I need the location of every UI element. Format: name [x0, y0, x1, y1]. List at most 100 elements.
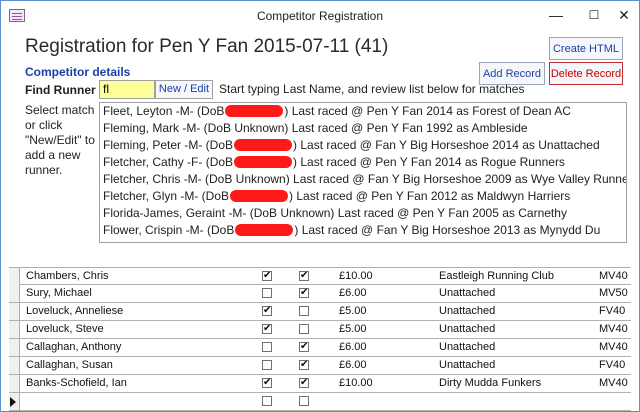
match-text: Fleet, Leyton -M- (DoB [103, 104, 225, 118]
club-cell[interactable]: Unattached [439, 359, 495, 371]
checkbox-column-1[interactable]: ✔ [262, 306, 272, 316]
redaction-mark [230, 190, 289, 202]
match-list-item[interactable]: Florida-James, Geraint -M- (DoB Unknown)… [100, 205, 626, 222]
create-html-button[interactable]: Create HTML [549, 37, 623, 60]
record-selector[interactable] [9, 375, 20, 392]
fee-cell[interactable]: £5.00 [339, 323, 367, 335]
checkbox-column-1[interactable] [262, 288, 272, 298]
club-cell[interactable]: Unattached [439, 287, 495, 299]
category-cell[interactable]: MV40 [599, 270, 628, 282]
fee-cell[interactable]: £6.00 [339, 287, 367, 299]
redaction-mark [225, 105, 284, 117]
checkbox-column-2[interactable] [299, 396, 309, 406]
match-text: Florida-James, Geraint -M- (DoB Unknown)… [103, 206, 567, 220]
match-text: Fleming, Mark -M- (DoB Unknown) Last rac… [103, 121, 528, 135]
redaction-mark [234, 156, 293, 168]
title-bar: Competitor Registration — ☐ ✕ [1, 1, 639, 31]
runner-name-cell[interactable]: Loveluck, Steve [26, 323, 104, 335]
record-selector[interactable] [9, 321, 20, 338]
match-text-suffix: ) Last raced @ Pen Y Fan 2012 as Maldwyn… [289, 189, 571, 203]
checkbox-column-1[interactable]: ✔ [262, 378, 272, 388]
minimize-icon[interactable]: — [541, 5, 571, 25]
registrations-table: Chambers, Chris £10.00 Eastleigh Running C… [9, 267, 631, 411]
match-text: Fletcher, Cathy -F- (DoB [103, 155, 234, 169]
instructions-text: Select match or click "New/Edit" to add … [25, 103, 95, 177]
checkbox-column-1[interactable]: ✔ [262, 324, 272, 334]
club-cell[interactable]: Unattached [439, 305, 495, 317]
checkbox-column-2[interactable]: ✔ [299, 360, 309, 370]
record-selector[interactable] [9, 285, 20, 302]
table-row[interactable]: Loveluck, Anneliese £5.00 Unattached FV40 ✔ [9, 303, 631, 321]
category-cell[interactable]: MV40 [599, 341, 628, 353]
new-record-row[interactable] [9, 393, 631, 411]
find-runner-input[interactable]: fl [99, 80, 155, 99]
checkbox-column-2[interactable]: ✔ [299, 288, 309, 298]
competitor-registration-window: Competitor Registration — ☐ ✕ Registrati… [0, 0, 640, 412]
match-list-item[interactable]: Fletcher, Cathy -F- (DoB) Last raced @ P… [100, 154, 626, 171]
fee-cell[interactable]: £10.00 [339, 377, 373, 389]
table-row[interactable]: Loveluck, Steve £5.00 Unattached MV40 ✔ [9, 321, 631, 339]
match-list-item[interactable]: Fleet, Leyton -M- (DoB) Last raced @ Pen… [100, 103, 626, 120]
maximize-icon[interactable]: ☐ [579, 5, 609, 25]
match-text: Flower, Crispin -M- (DoB [103, 223, 235, 237]
checkbox-column-1[interactable] [262, 360, 272, 370]
checkbox-column-2[interactable]: ✔ [299, 378, 309, 388]
match-list-item[interactable]: Fletcher, Glyn -M- (DoB ) Last raced @ Pe… [100, 188, 626, 205]
club-cell[interactable]: Unattached [439, 341, 495, 353]
club-cell[interactable]: Dirty Mudda Funkers [439, 377, 541, 389]
fee-cell[interactable]: £5.00 [339, 305, 367, 317]
category-cell[interactable]: FV40 [599, 305, 625, 317]
record-selector[interactable] [9, 339, 20, 356]
club-cell[interactable]: Unattached [439, 323, 495, 335]
match-list-item[interactable]: Flower, Crispin -M- (DoB ) Last raced @ F… [100, 222, 626, 239]
table-row[interactable]: Sury, Michael £6.00 Unattached MV50 ✔ [9, 285, 631, 303]
new-edit-button[interactable]: New / Edit [155, 80, 213, 99]
checkbox-column-2[interactable]: ✔ [299, 342, 309, 352]
runner-name-cell[interactable]: Sury, Michael [26, 287, 92, 299]
runner-name-cell[interactable]: Callaghan, Susan [26, 359, 113, 371]
record-selector[interactable] [9, 303, 20, 320]
runner-name-cell[interactable]: Chambers, Chris [26, 270, 109, 282]
table-row[interactable]: Callaghan, Susan £6.00 Unattached FV40 ✔ [9, 357, 631, 375]
match-text-suffix: ) Last raced @ Fan Y Big Horseshoe 2013 … [294, 223, 601, 237]
delete-record-button[interactable]: Delete Record [549, 62, 623, 85]
record-selector[interactable] [9, 357, 20, 374]
category-cell[interactable]: MV40 [599, 323, 628, 335]
table-row[interactable]: Banks-Schofield, Ian £10.00 Dirty Mudda Fu… [9, 375, 631, 393]
close-icon[interactable]: ✕ [609, 5, 639, 25]
record-selector[interactable] [9, 393, 20, 410]
category-cell[interactable]: MV40 [599, 377, 628, 389]
checkbox-column-2[interactable] [299, 306, 309, 316]
checkbox-column-2[interactable] [299, 324, 309, 334]
search-hint: Start typing Last Name, and review list … [219, 82, 525, 96]
checkbox-column-1[interactable] [262, 342, 272, 352]
match-list-item[interactable]: Fleming, Mark -M- (DoB Unknown) Last rac… [100, 120, 626, 137]
match-list[interactable]: Fleet, Leyton -M- (DoB ) Last raced @ Pen… [99, 102, 627, 243]
checkbox-column-2[interactable]: ✔ [299, 271, 309, 281]
match-text: Fletcher, Chris -M- (DoB Unknown) Last r… [103, 172, 627, 186]
runner-name-cell[interactable]: Banks-Schofield, Ian [26, 377, 127, 389]
match-text: Fletcher, Glyn -M- (DoB [103, 189, 230, 203]
category-cell[interactable]: FV40 [599, 359, 625, 371]
fee-cell[interactable]: £6.00 [339, 341, 367, 353]
table-row[interactable]: Chambers, Chris £10.00 Eastleigh Running C… [9, 267, 631, 285]
section-heading: Competitor details [25, 65, 131, 79]
fee-cell[interactable]: £6.00 [339, 359, 367, 371]
page-title: Registration for Pen Y Fan 2015-07-11 (4… [25, 36, 389, 57]
checkbox-column-1[interactable] [262, 396, 272, 406]
match-text-suffix: ) Last raced @ Fan Y Big Horseshoe 2014 … [293, 138, 600, 152]
match-text: Fleming, Peter -M- (DoB [103, 138, 234, 152]
runner-name-cell[interactable]: Callaghan, Anthony [26, 341, 121, 353]
match-list-item[interactable]: Fleming, Peter -M- (DoB ) Last raced @ Fa… [100, 137, 626, 154]
fee-cell[interactable]: £10.00 [339, 270, 373, 282]
checkbox-column-1[interactable]: ✔ [262, 271, 272, 281]
category-cell[interactable]: MV50 [599, 287, 628, 299]
registration-form: Registration for Pen Y Fan 2015-07-11 (4… [9, 31, 631, 263]
record-selector[interactable] [9, 268, 20, 285]
table-row[interactable]: Callaghan, Anthony £6.00 Unattached MV40 ✔ [9, 339, 631, 357]
current-record-arrow-icon [10, 397, 16, 407]
runner-name-cell[interactable]: Loveluck, Anneliese [26, 305, 123, 317]
club-cell[interactable]: Eastleigh Running Club [439, 270, 554, 282]
redaction-mark [234, 139, 293, 151]
match-list-item[interactable]: Fletcher, Chris -M- (DoB Unknown) Last r… [100, 171, 626, 188]
